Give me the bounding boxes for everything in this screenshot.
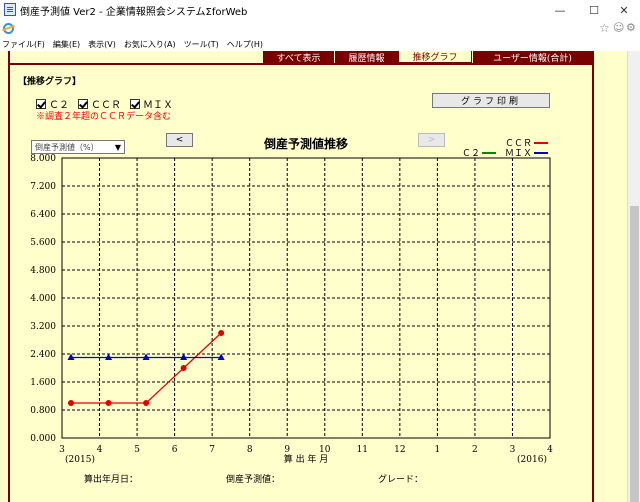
checkbox-checked-icon[interactable] [36,98,46,109]
section-title: 【推移グラフ】 [18,77,82,87]
grade-label: グレード： [378,475,424,485]
menu-favorites[interactable]: お気に入り(A) [124,39,176,50]
window-title: 倒産予測値 Ver2 - 企業情報照会システムΣforWeb [20,7,248,18]
star-icon[interactable]: ☆ [599,21,610,35]
chevron-down-icon: ▼ [114,143,121,152]
smiley-icon[interactable]: ☺ [613,21,624,34]
vertical-scrollbar[interactable] [627,51,640,502]
menu-view[interactable]: 表示(V) [88,39,116,50]
scrollbar-thumb[interactable] [630,206,639,502]
app-document-icon [4,3,16,16]
menu-edit[interactable]: 編集(E) [53,39,80,50]
frame-border-left [8,51,10,502]
next-period-button[interactable]: > [418,133,445,147]
legend-mix-swatch [534,151,549,154]
calc-date-label: 算出年月日： [84,475,139,485]
frame-border-right [592,51,594,502]
prev-period-button[interactable]: < [166,133,193,147]
checkbox-checked-icon[interactable] [130,98,140,109]
legend-mix: ＭＩＸ [505,146,549,159]
menu-bar: ファイル(F) 編集(E) 表示(V) お気に入り(A) ツール(T) ヘルプ(… [0,37,640,51]
menu-file[interactable]: ファイル(F) [2,39,45,50]
metric-select[interactable]: 倒産予測値（%） ▼ [31,140,125,154]
legend-ccr-swatch [534,141,549,144]
legend-c2-swatch [482,151,497,154]
browser-toolbar: ☆ ☺ ⚙ [0,20,640,37]
data-note: ※調査２年超のＣＣＲデータ含む [36,112,172,122]
tab-underline [10,63,592,65]
ie-icon [3,23,14,34]
menu-tools[interactable]: ツール(T) [184,39,219,50]
tab-all[interactable]: すべて表示 [262,51,334,63]
menu-help[interactable]: ヘルプ(H) [227,39,263,50]
legend-c2: Ｃ２ [462,146,497,159]
legend-mix-label: ＭＩＸ [505,149,533,159]
tab-trend-graph[interactable]: 推移グラフ [398,51,472,63]
checkbox-checked-icon[interactable] [78,98,88,109]
chart-title: 倒産予測値推移 [264,137,349,151]
minimize-button[interactable]: — [544,0,576,20]
tab-user-info[interactable]: ユーザー情報(合計) [472,51,592,63]
print-graph-button[interactable]: グラフ印刷 [432,93,550,108]
close-button[interactable]: ✕ [608,0,640,20]
title-bar: 倒産予測値 Ver2 - 企業情報照会システムΣforWeb — ☐ ✕ [0,0,640,20]
gear-icon[interactable]: ⚙ [626,21,636,34]
legend-c2-label: Ｃ２ [462,149,481,159]
metric-select-value: 倒産予測値（%） [35,142,99,152]
prediction-value-label: 倒産予測値： [226,475,281,485]
tab-history[interactable]: 履歴情報 [334,51,398,63]
maximize-button[interactable]: ☐ [578,0,610,20]
